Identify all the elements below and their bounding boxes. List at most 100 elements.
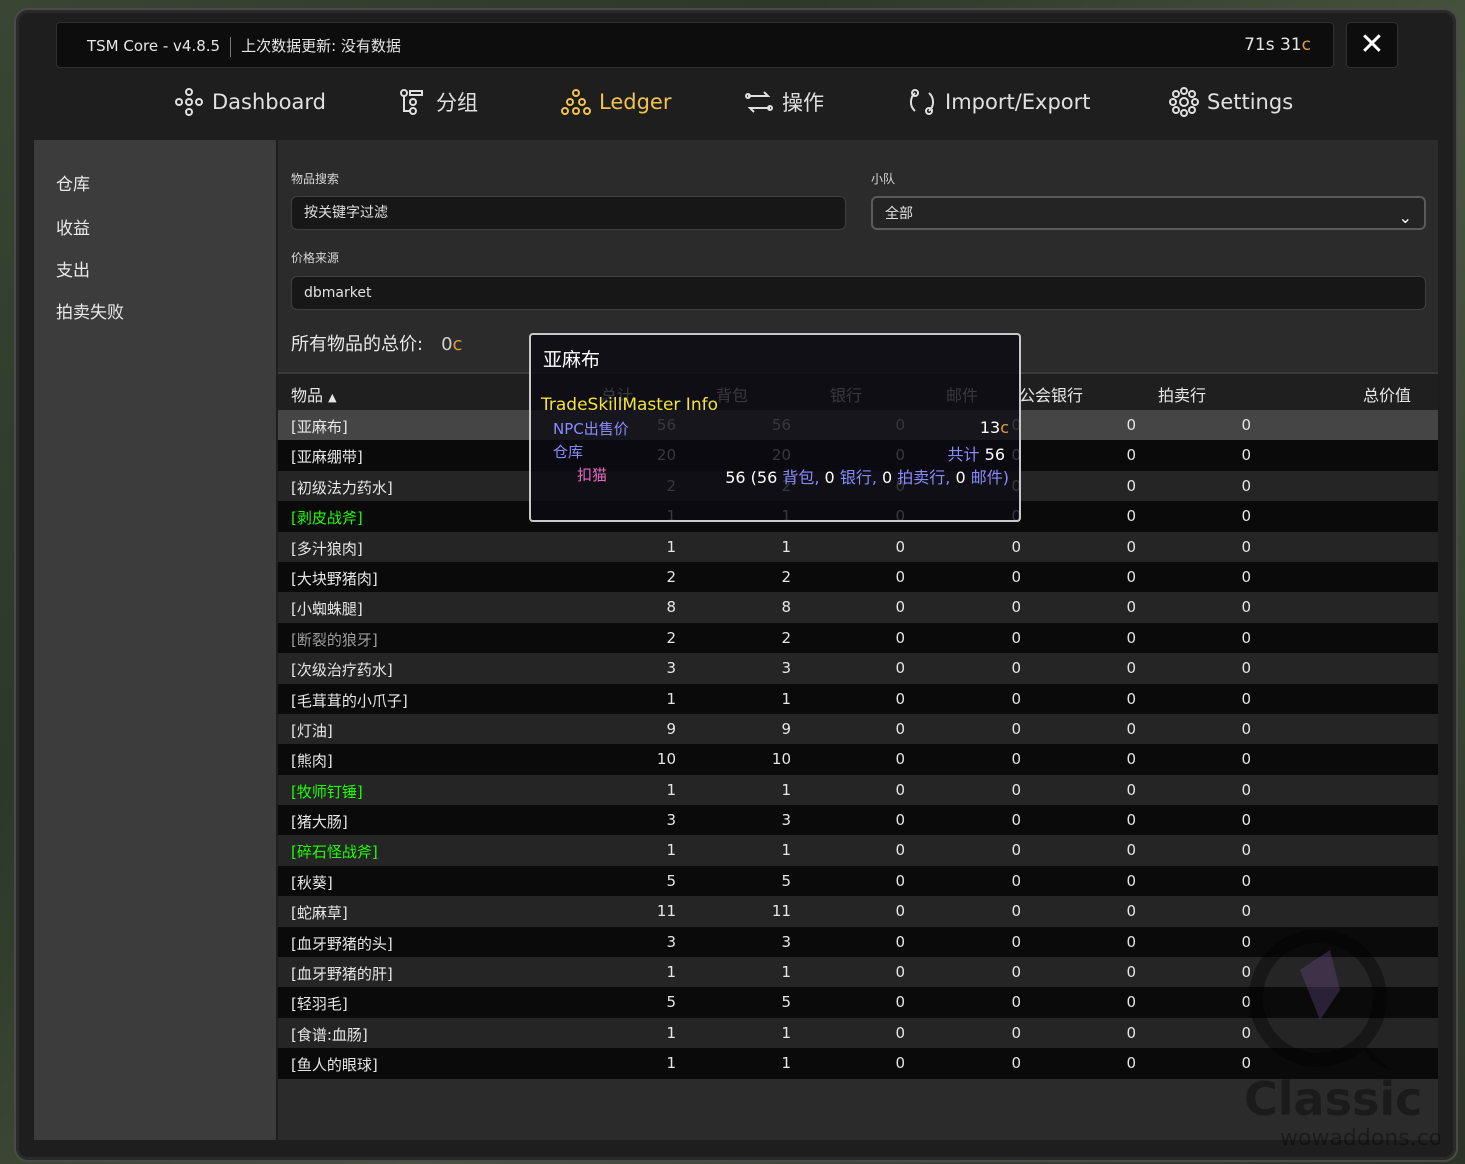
item-name[interactable]: [猪大肠] (291, 811, 348, 832)
tooltip-char-bags: 56 (756, 468, 778, 487)
item-name[interactable]: [初级法力药水] (291, 477, 393, 498)
cell-mail: 0 (1011, 841, 1021, 860)
item-name[interactable]: [蛇麻草] (291, 902, 348, 923)
table-row[interactable]: [次级治疗药水] 3 3 0 0 0 0 (278, 653, 1438, 684)
cell-guild-bank: 0 (1126, 871, 1136, 890)
table-row[interactable]: [牧师钉锤] 1 1 0 0 0 0 (278, 774, 1438, 806)
item-name[interactable]: [毛茸茸的小爪子] (291, 690, 408, 711)
sidebar-item-expenses[interactable]: 支出 (56, 256, 90, 281)
table-row[interactable]: [碎石怪战斧] 1 1 0 0 0 0 (278, 835, 1438, 866)
close-button[interactable]: ✕ (1346, 22, 1398, 68)
cell-mail: 0 (1011, 537, 1021, 556)
cell-mail: 0 (1011, 780, 1021, 799)
table-row[interactable]: [大块野猪肉] 2 2 0 0 0 0 (278, 561, 1438, 593)
item-name[interactable]: [轻羽毛] (291, 993, 348, 1014)
cell-bags: 3 (781, 932, 791, 951)
cell-guild-bank: 0 (1126, 719, 1136, 738)
dashboard-icon (175, 88, 203, 116)
import-export-icon (909, 89, 935, 115)
item-name[interactable]: [亚麻绷带] (291, 446, 363, 467)
tab-groups[interactable]: 分组 (398, 84, 478, 120)
cell-total: 11 (656, 902, 676, 921)
table-row[interactable]: [熊肉] 10 10 0 0 0 0 (278, 744, 1438, 775)
total-value: 0 (441, 334, 453, 355)
tooltip-bags-word: 背包, (782, 468, 820, 487)
table-row[interactable]: [小蜘蛛腿] 8 8 0 0 0 0 (278, 592, 1438, 623)
item-tooltip: 亚麻布 TradeSkillMaster Info NPC出售价 13c 仓库 … (529, 333, 1021, 522)
tab-settings[interactable]: Settings (1169, 84, 1293, 120)
cell-total: 10 (656, 750, 676, 769)
item-name[interactable]: [灯油] (291, 720, 333, 741)
sort-ascending-icon: ▲ (328, 391, 337, 404)
item-name[interactable]: [牧师钉锤] (291, 781, 363, 802)
price-source-input[interactable]: dbmarket (291, 276, 1426, 310)
tab-operations[interactable]: 操作 (744, 84, 824, 120)
table-row[interactable]: [多汁狼肉] 1 1 0 0 0 0 (278, 531, 1438, 562)
column-header-auction-house[interactable]: 拍卖行 (1158, 382, 1206, 406)
cell-bags: 1 (781, 537, 791, 556)
tab-dashboard-label: Dashboard (212, 90, 326, 114)
sidebar-item-failed-auctions[interactable]: 拍卖失败 (56, 298, 124, 323)
cell-auction-house: 0 (1241, 902, 1251, 921)
table-row[interactable]: [猪大肠] 3 3 0 0 0 0 (278, 805, 1438, 836)
table-row[interactable]: [秋葵] 5 5 0 0 0 0 (278, 865, 1438, 897)
column-header-item[interactable]: 物品 ▲ (291, 382, 337, 406)
cell-guild-bank: 0 (1126, 750, 1136, 769)
table-row[interactable]: [毛茸茸的小爪子] 1 1 0 0 0 0 (278, 683, 1438, 714)
tab-ledger[interactable]: Ledger (561, 84, 671, 120)
item-name[interactable]: [小蜘蛛腿] (291, 598, 363, 619)
item-name[interactable]: [断裂的狼牙] (291, 629, 378, 650)
tab-import-export[interactable]: Import/Export (907, 84, 1091, 120)
cell-bank: 0 (895, 993, 905, 1012)
sidebar-item-revenue[interactable]: 收益 (56, 214, 90, 239)
sidebar-item-inventory[interactable]: 仓库 (56, 170, 90, 195)
cell-auction-house: 0 (1241, 811, 1251, 830)
search-input[interactable]: 按关键字过滤 (291, 196, 846, 230)
cell-bank: 0 (895, 537, 905, 556)
group-dropdown[interactable]: 全部 ⌄ (871, 196, 1426, 230)
cell-bank: 0 (895, 628, 905, 647)
item-name[interactable]: [次级治疗药水] (291, 659, 393, 680)
cell-mail: 0 (1011, 902, 1021, 921)
cell-guild-bank: 0 (1126, 780, 1136, 799)
cell-guild-bank: 0 (1126, 902, 1136, 921)
tooltip-character-name: 扣猫 (577, 466, 608, 484)
item-name[interactable]: [熊肉] (291, 750, 333, 771)
title-bar[interactable]: TSM Core - v4.8.5 上次数据更新: 没有数据 71s 31c (56, 22, 1334, 68)
tooltip-mail-word: 邮件) (970, 468, 1009, 487)
cell-guild-bank: 0 (1126, 1054, 1136, 1073)
cell-bank: 0 (895, 567, 905, 586)
table-row[interactable]: [蛇麻草] 11 11 0 0 0 0 (278, 896, 1438, 927)
tooltip-character-breakdown: 56 (56 背包, 0 银行, 0 拍卖行, 0 邮件) (725, 468, 1009, 487)
column-header-guild-bank[interactable]: 公会银行 (1019, 382, 1083, 406)
cell-guild-bank: 0 (1126, 446, 1136, 465)
cell-bags: 2 (781, 628, 791, 647)
item-name[interactable]: [血牙野猪的肝] (291, 963, 393, 984)
cell-total: 1 (666, 537, 676, 556)
cell-guild-bank: 0 (1126, 628, 1136, 647)
cell-bank: 0 (895, 1023, 905, 1042)
app-title: TSM Core - v4.8.5 (87, 37, 221, 55)
cell-bags: 5 (781, 871, 791, 890)
settings-icon (1169, 87, 1199, 117)
column-header-total-value[interactable]: 总价值 (1363, 382, 1411, 406)
item-name[interactable]: [大块野猪肉] (291, 568, 378, 589)
item-name[interactable]: [秋葵] (291, 872, 333, 893)
tooltip-ah-word: 拍卖行, (897, 468, 951, 487)
item-name[interactable]: [亚麻布] (291, 416, 348, 437)
item-name[interactable]: [血牙野猪的头] (291, 933, 393, 954)
item-name[interactable]: [食谱:血肠] (291, 1024, 368, 1045)
item-name[interactable]: [鱼人的眼球] (291, 1054, 378, 1075)
cell-total: 1 (666, 1023, 676, 1042)
item-name[interactable]: [碎石怪战斧] (291, 841, 378, 862)
cell-auction-house: 0 (1241, 750, 1251, 769)
item-name[interactable]: [剥皮战斧] (291, 507, 363, 528)
table-row[interactable]: [灯油] 9 9 0 0 0 0 (278, 713, 1438, 745)
cell-bank: 0 (895, 871, 905, 890)
item-name[interactable]: [多汁狼肉] (291, 538, 363, 559)
cell-total: 2 (666, 567, 676, 586)
tab-import-export-label: Import/Export (945, 90, 1091, 114)
tooltip-title: 亚麻布 (543, 349, 601, 371)
tab-dashboard[interactable]: Dashboard (174, 84, 326, 120)
table-row[interactable]: [断裂的狼牙] 2 2 0 0 0 0 (278, 622, 1438, 654)
